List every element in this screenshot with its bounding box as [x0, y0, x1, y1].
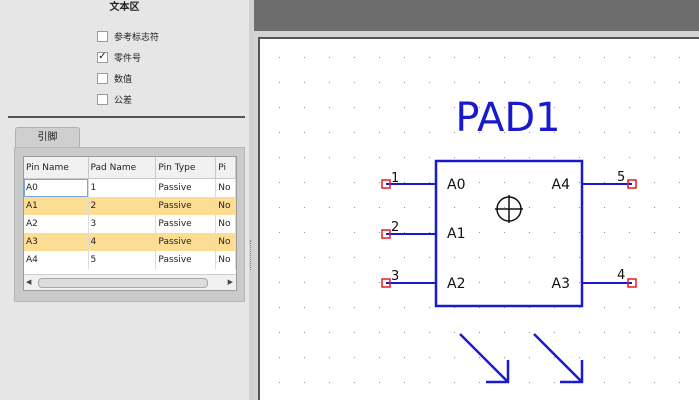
origin-crosshair-icon: [495, 195, 523, 223]
pin-name: A0: [447, 177, 465, 193]
pin-right-4[interactable]: 4 A3: [552, 268, 637, 292]
pin-number: 1: [391, 171, 399, 186]
pin-left-2[interactable]: 2 A1: [381, 220, 465, 242]
component-title[interactable]: PAD1: [455, 95, 560, 141]
pin-number: 3: [391, 269, 399, 284]
pin-left-1[interactable]: 1 A0: [381, 171, 465, 193]
pin-right-5[interactable]: 5 A4: [552, 170, 637, 193]
pin-name: A2: [447, 276, 465, 292]
pin-name: A1: [447, 226, 465, 242]
pin-left-3[interactable]: 3 A2: [381, 269, 465, 292]
arrow-down-right-icon: [459, 333, 510, 384]
schematic-symbol[interactable]: PAD1 1 A0 2 A1 3 A2 5 A4 4 A3: [0, 0, 699, 400]
pin-number: 4: [617, 268, 625, 283]
arrow-down-right-icon: [533, 333, 584, 384]
pin-name: A3: [552, 276, 570, 292]
pin-name: A4: [552, 177, 571, 193]
pin-number: 2: [391, 220, 399, 235]
pin-number: 5: [617, 170, 625, 185]
